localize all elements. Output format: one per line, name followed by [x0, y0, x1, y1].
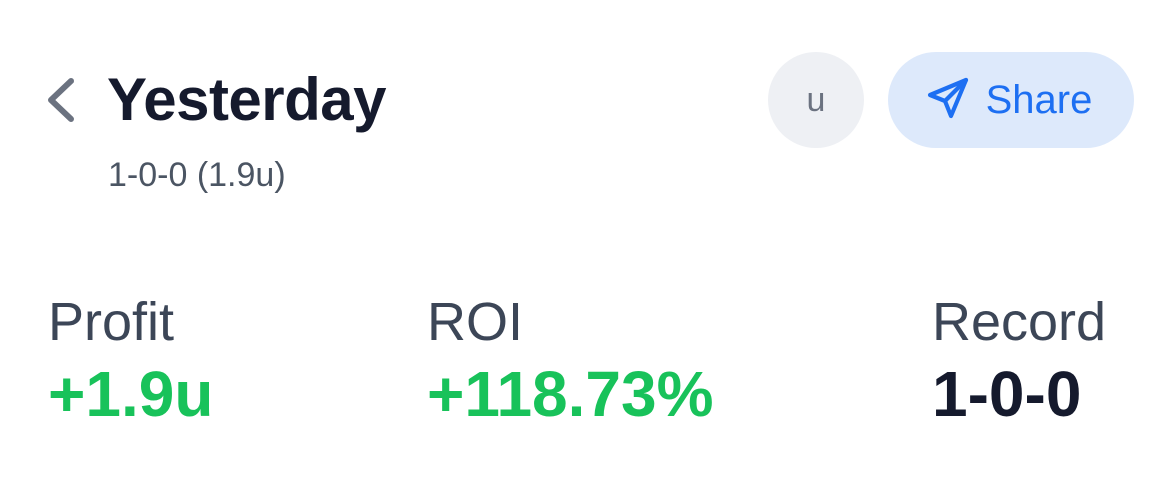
stat-value: 1-0-0: [932, 358, 1082, 430]
stat-value: +118.73%: [427, 358, 714, 430]
stat-label: Profit: [48, 292, 175, 352]
page-title: Yesterday: [107, 66, 387, 133]
stat-label: Record: [932, 292, 1107, 352]
record-summary: 1-0-0 (1.9u): [108, 156, 286, 194]
stat-label: ROI: [427, 292, 524, 352]
share-button-label: Share: [985, 78, 1093, 122]
back-button[interactable]: [38, 74, 82, 130]
share-button[interactable]: Share: [888, 52, 1134, 148]
unit-toggle-button[interactable]: u: [768, 52, 864, 148]
stat-roi: ROI +118.73%: [427, 290, 714, 434]
stat-profit: Profit +1.9u: [48, 290, 213, 434]
paper-plane-icon: [924, 74, 972, 127]
stat-record: Record 1-0-0: [932, 290, 1106, 434]
chevron-left-icon: [43, 75, 77, 130]
stat-value: +1.9u: [48, 358, 214, 430]
unit-toggle-label: u: [806, 80, 826, 119]
